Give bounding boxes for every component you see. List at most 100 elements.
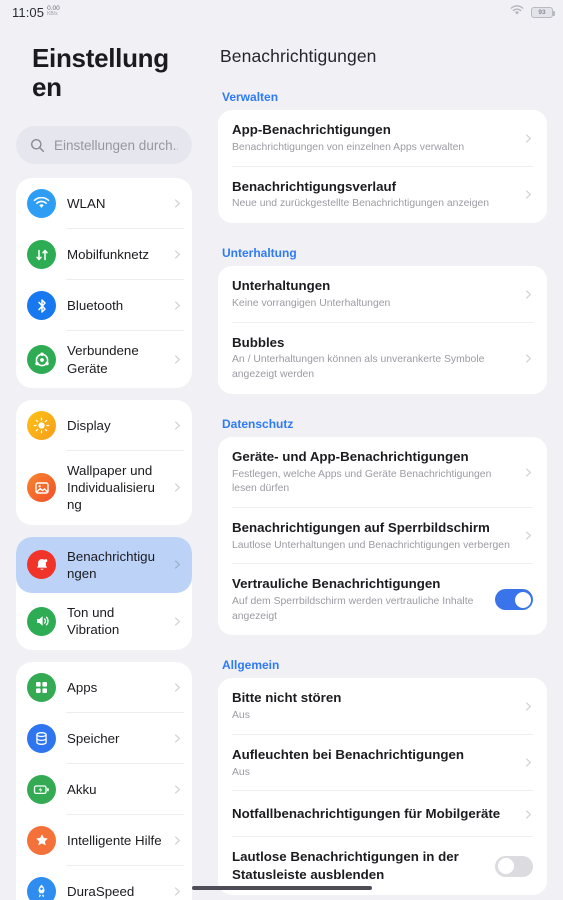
row-subtitle: Benachrichtigungen von einzelnen Apps ve…: [232, 141, 465, 153]
sidebar-item-label: Mobilfunknetz: [67, 247, 150, 263]
bell-icon: [27, 550, 56, 580]
section-header-unterhaltung: Unterhaltung: [222, 246, 297, 260]
row-texts: App-Benachrichtigungen Benachrichtigunge…: [232, 121, 514, 156]
section-header-datenschutz: Datenschutz: [222, 416, 294, 431]
home-indicator[interactable]: [192, 886, 372, 890]
row-title: Bubbles: [232, 334, 285, 350]
chevron-right-icon: [173, 734, 182, 743]
sidebar-item-intelligente-hilfe[interactable]: Intelligente Hilfe: [16, 815, 192, 866]
search-placeholder: Einstellungen durch...: [54, 137, 178, 153]
chevron-right-icon: [173, 683, 182, 692]
sidebar-item-duraspeed[interactable]: DuraSpeed: [16, 866, 192, 900]
row-subtitle: Keine vorrangigen Unterhaltungen: [232, 297, 391, 309]
row-title: Unterhaltungen: [232, 278, 331, 293]
sidebar-item-label: Wallpaper und Individualisierung: [67, 462, 155, 513]
wifi-icon: [510, 3, 524, 21]
network-speed: 0.00 KB/s: [47, 5, 60, 18]
chevron-right-icon: [173, 617, 182, 626]
sidebar-item-label: Speicher: [67, 730, 120, 746]
sidebar-item-benachrichtigungen[interactable]: Benachrichtigungen: [16, 536, 192, 594]
chevron-right-icon: [173, 836, 182, 845]
row-title: Notfallbenachrichtigungen für Mobilgerät…: [232, 806, 501, 822]
chevron-right-icon: [173, 483, 182, 492]
row-texts: Vertrauliche Benachrichtigungen Auf dem …: [232, 575, 485, 624]
sidebar-item-wallpaper[interactable]: Wallpaper und Individualisierung: [16, 451, 192, 525]
sidebar-item-mobilfunknetz[interactable]: Mobilfunknetz: [16, 229, 192, 281]
row-subtitle: Neue und zurückgestellte Benachrichtigun…: [232, 198, 490, 210]
chevron-right-icon: [524, 353, 533, 363]
sidebar-item-label: Intelligente Hilfe: [67, 832, 162, 848]
search-input[interactable]: Einstellungen durch...: [16, 126, 192, 165]
row-geraete-und-app-benachrichtigungen[interactable]: Geräte- und App-Benachrichtigungen Festl…: [218, 437, 547, 508]
sidebar-item-bluetooth[interactable]: Bluetooth: [16, 280, 192, 332]
toggle-knob: [497, 858, 514, 875]
sidebar-item-display[interactable]: Display: [16, 400, 192, 451]
sidebar-item-speicher[interactable]: Speicher: [16, 713, 192, 764]
sidebar-item-verbundene-geraete[interactable]: Verbundene Geräte: [16, 331, 192, 388]
section-card-datenschutz: Geräte- und App-Benachrichtigungen Festl…: [218, 436, 547, 636]
sidebar-group-display: Display Wallpaper und Individualisierung: [16, 399, 192, 525]
row-texts: Bitte nicht stören Aus: [232, 689, 514, 724]
status-bar-right: 93: [510, 3, 555, 21]
connected-devices-icon: [27, 345, 56, 374]
page-title: Einstellungen: [32, 43, 169, 103]
status-bar-left: 11:05 0.00 KB/s: [12, 5, 60, 20]
bluetooth-icon: [27, 291, 56, 321]
row-title: Lautlose Benachrichtigungen in der Statu…: [232, 849, 459, 883]
row-subtitle: Aus: [232, 710, 250, 722]
row-subtitle: Festlegen, welche Apps und Geräte Benach…: [232, 468, 492, 495]
toggle-lautlose-benachrichtigungen-ausblenden[interactable]: [495, 855, 533, 877]
section-card-unterhaltung: Unterhaltungen Keine vorrangigen Unterha…: [218, 266, 547, 394]
rocket-icon: [27, 876, 56, 900]
sidebar-item-label: Akku: [67, 781, 97, 797]
sidebar-item-akku[interactable]: Akku: [16, 764, 192, 815]
sidebar-item-label: Display: [67, 417, 111, 433]
chevron-right-icon: [173, 421, 182, 430]
chevron-right-icon: [524, 531, 533, 540]
sidebar-item-label: Bluetooth: [67, 298, 124, 314]
row-title: Benachrichtigungen auf Sperrbildschirm: [232, 519, 490, 535]
battery-icon: 93: [531, 6, 555, 18]
row-title: Benachrichtigungsverlauf: [232, 178, 397, 194]
chevron-right-icon: [524, 810, 533, 819]
sidebar-item-label: Ton und Vibration: [67, 605, 120, 638]
section-header-verwalten: Verwalten: [222, 90, 279, 104]
sidebar-item-label: DuraSpeed: [67, 883, 135, 899]
sidebar-item-wlan[interactable]: WLAN: [16, 178, 192, 230]
row-title: Aufleuchten bei Benachrichtigungen: [232, 746, 464, 762]
row-benachrichtigungsverlauf[interactable]: Benachrichtigungsverlauf Neue und zurück…: [218, 167, 547, 224]
main-panel: Benachrichtigungen Verwalten App-Benachr…: [200, 24, 563, 900]
row-unterhaltungen[interactable]: Unterhaltungen Keine vorrangigen Unterha…: [218, 266, 547, 323]
section-card-allgemein: Bitte nicht stören Aus Aufleuchten bei B…: [218, 678, 547, 896]
chevron-right-icon: [173, 887, 182, 896]
chevron-right-icon: [173, 355, 182, 364]
row-title: Vertrauliche Benachrichtigungen: [232, 576, 441, 592]
row-subtitle: Auf dem Sperrbildschirm werden vertrauli…: [232, 596, 474, 622]
row-benachrichtigungen-auf-sperrbildschirm[interactable]: Benachrichtigungen auf Sperrbildschirm L…: [218, 508, 547, 565]
row-bitte-nicht-stoeren[interactable]: Bitte nicht stören Aus: [218, 678, 547, 735]
chevron-right-icon: [173, 199, 182, 208]
row-texts: Notfallbenachrichtigungen für Mobilgerät…: [232, 805, 514, 823]
app-shell: Einstellungen Einstellungen durch... WLA…: [0, 24, 563, 900]
chevron-right-icon: [524, 758, 533, 768]
storage-icon: [27, 723, 56, 753]
mobile-data-icon: [27, 240, 56, 270]
row-notfallbenachrichtigungen[interactable]: Notfallbenachrichtigungen für Mobilgerät…: [218, 791, 547, 838]
row-texts: Unterhaltungen Keine vorrangigen Unterha…: [232, 277, 514, 312]
row-vertrauliche-benachrichtigungen[interactable]: Vertrauliche Benachrichtigungen Auf dem …: [218, 564, 547, 635]
battery-icon: [27, 774, 56, 804]
section-header-allgemein: Allgemein: [222, 658, 280, 673]
chevron-right-icon: [524, 702, 533, 711]
toggle-vertrauliche-benachrichtigungen[interactable]: [495, 589, 533, 611]
sidebar-item-label: Verbundene Geräte: [67, 343, 139, 376]
row-app-benachrichtigungen[interactable]: App-Benachrichtigungen Benachrichtigunge…: [218, 110, 547, 167]
sidebar-item-ton-und-vibration[interactable]: Ton und Vibration: [16, 593, 192, 650]
row-aufleuchten-bei-benachrichtigungen[interactable]: Aufleuchten bei Benachrichtigungen Aus: [218, 735, 547, 792]
sidebar-group-connectivity: WLAN Mobilfunknetz Bluetooth Verbundene …: [16, 178, 192, 388]
chevron-right-icon: [173, 250, 182, 259]
row-subtitle: Lautlose Unterhaltungen und Benachrichti…: [232, 539, 510, 551]
search-icon: [30, 138, 45, 153]
row-bubbles[interactable]: Bubbles An / Unterhaltungen können als u…: [218, 323, 547, 394]
sidebar-item-apps[interactable]: Apps: [16, 662, 192, 713]
section-card-verwalten: App-Benachrichtigungen Benachrichtigunge…: [218, 110, 547, 223]
